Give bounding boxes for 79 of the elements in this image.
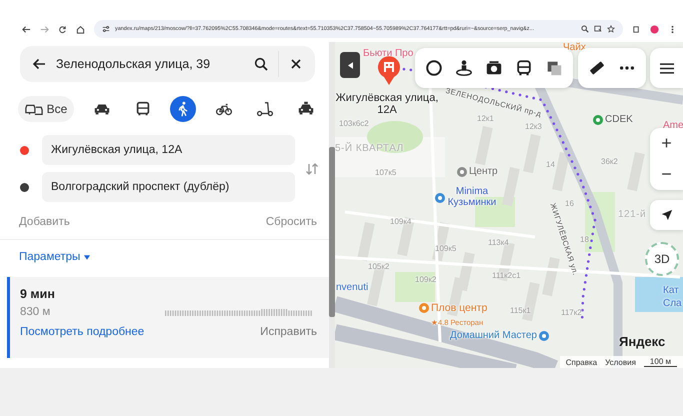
place-marker-icon [593,114,603,124]
place-marker-icon [435,192,445,202]
map-footer-link[interactable]: Условия [605,358,636,366]
map-label: 105к2 [368,262,390,271]
back-arrow-icon [32,57,46,71]
map-label: 103к6с2 [339,119,369,128]
search-field[interactable]: Зеленодольская улица, 39 [20,46,315,82]
extensions-icon[interactable] [632,24,641,34]
route-distance: 830 м [20,306,50,318]
dropdown-caret-icon [84,254,90,260]
locate-button[interactable] [650,200,683,230]
profile-avatar-icon[interactable] [650,24,659,34]
map-label: 14 [546,160,555,169]
menu-button[interactable] [650,48,683,88]
zoom-in-button[interactable]: + [650,128,683,159]
back-icon[interactable] [22,24,31,34]
map-label: 12к3 [525,122,542,131]
camera-icon[interactable] [485,59,503,77]
layers-circle-icon[interactable] [425,59,443,77]
scooter-icon [256,100,274,118]
map-label: 109к2 [415,275,436,284]
map-label: Сла [663,298,682,309]
map-label: nvenuti [336,282,368,293]
map-footer-link[interactable]: Справка [566,358,598,366]
scrollbar-thumb[interactable] [329,147,335,317]
zoom-icon [581,25,589,33]
map-label: 18 [580,235,589,244]
map-label: Ame [663,120,683,131]
site-settings-icon [102,25,110,33]
map-label: 5-Й КВАРТАЛ [335,143,404,154]
overlay-squares-icon[interactable] [545,59,563,77]
map-label: Чайх [563,42,586,53]
star-icon [607,25,615,33]
map-label: Жигулёвская улица, 12А [335,92,439,116]
map-label: Центр [457,166,498,177]
park-area [395,272,435,302]
map-label: 36к2 [601,157,618,166]
route-card[interactable]: 9 мин 830 м Посмотреть подробнее Исправить [7,277,329,358]
details-link[interactable]: Посмотреть подробнее [20,326,144,338]
map-label: 109к5 [435,244,456,253]
route-point-field[interactable]: Жигулёвская улица, 12А [42,135,295,165]
left-triangle-icon [348,62,352,68]
map-label: 113к4 [488,238,509,247]
map-label: Плов центр [419,302,488,314]
transport-mode-tab[interactable]: Все [18,96,74,122]
panorama-person-icon[interactable] [455,59,473,77]
map-label: 117к2 [561,308,582,317]
route-time: 9 мин [20,287,56,301]
place-marker-icon [457,166,467,176]
map-logo: Яндекс [619,334,666,349]
map-label: 121-й [618,209,646,220]
map-label: 12к1 [477,114,494,123]
location-arrow-icon [660,209,672,221]
map-label: Бьюти Про [363,48,414,59]
zoom-out-button[interactable]: − [650,159,683,190]
map-label: 107к5 [375,168,396,177]
map-label: Minima Кузьминки [435,187,497,208]
bus-icon[interactable] [515,59,533,77]
search-icon [254,57,268,71]
map-label: 111к2с1 [492,271,521,280]
swap-icon[interactable] [305,162,319,176]
place-marker-icon [538,330,549,340]
map-label: 109к4 [390,217,412,226]
map-label: 115к1 [510,306,531,315]
map-label: Кат [663,285,679,296]
map-scale: 100 м [644,357,677,367]
reload-icon[interactable] [58,24,67,34]
place-marker-icon [419,303,429,313]
route-point-field[interactable]: Волгоградский проспект (дублёр) [42,172,295,202]
fix-link[interactable]: Исправить [260,326,317,338]
pond-area [635,277,683,312]
home-icon[interactable] [76,24,85,34]
collapse-panel-button[interactable] [340,52,360,78]
map-label: CDEK [593,114,633,125]
close-icon [289,57,303,71]
map-label: Домашний Мастер [450,330,549,341]
parameters-link[interactable]: Параметры [19,251,80,263]
menu-icon [660,62,674,74]
install-app-icon [594,25,602,33]
